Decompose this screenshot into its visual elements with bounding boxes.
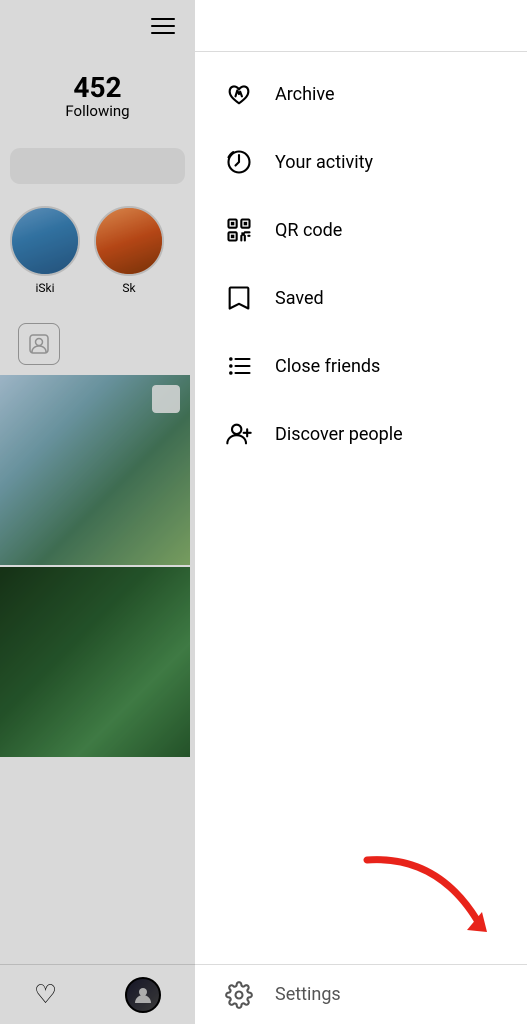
close-friends-label: Close friends (275, 356, 380, 377)
menu-top-spacer (195, 0, 527, 52)
highlight-item[interactable]: Sk (94, 206, 164, 295)
bottom-nav-left: ♡ (0, 964, 195, 1024)
archive-label: Archive (275, 84, 335, 105)
saved-icon (223, 282, 255, 314)
highlight-label: Sk (122, 281, 135, 295)
menu-item-close-friends[interactable]: Close friends (195, 332, 527, 400)
person-icon-area (0, 303, 195, 375)
highlight-item[interactable]: iSki (10, 206, 80, 295)
activity-label: Your activity (275, 152, 373, 173)
settings-label: Settings (275, 984, 341, 1005)
menu-item-archive[interactable]: Archive (195, 60, 527, 128)
photo-item-2 (0, 567, 190, 757)
photo-grid (0, 375, 195, 757)
profile-panel: 452 Following iSki Sk (0, 0, 195, 1024)
menu-panel: Archive Your activity (195, 0, 527, 1024)
hamburger-area (0, 0, 195, 44)
hamburger-button[interactable] (151, 18, 175, 34)
menu-item-discover-people[interactable]: Discover people (195, 400, 527, 468)
photo-item-1 (0, 375, 190, 565)
following-label: Following (65, 102, 129, 120)
close-friends-icon (223, 350, 255, 382)
profile-stats: 452 Following (0, 44, 195, 130)
person-icon (18, 323, 60, 365)
profile-avatar[interactable] (125, 977, 161, 1013)
following-count: 452 (73, 74, 121, 102)
highlight-label: iSki (35, 281, 54, 295)
activity-icon (223, 146, 255, 178)
heart-icon[interactable]: ♡ (34, 980, 57, 1010)
highlights-row: iSki Sk (0, 198, 195, 303)
menu-items: Archive Your activity (195, 52, 527, 964)
qr-icon (223, 214, 255, 246)
qr-label: QR code (275, 220, 342, 241)
saved-label: Saved (275, 288, 324, 309)
settings-icon (223, 979, 255, 1011)
menu-item-qr-code[interactable]: QR code (195, 196, 527, 264)
search-bar[interactable] (10, 148, 185, 184)
archive-icon (223, 78, 255, 110)
discover-icon (223, 418, 255, 450)
menu-item-settings[interactable]: Settings (195, 964, 527, 1024)
menu-item-saved[interactable]: Saved (195, 264, 527, 332)
highlight-circle (94, 206, 164, 276)
discover-people-label: Discover people (275, 424, 403, 445)
menu-item-your-activity[interactable]: Your activity (195, 128, 527, 196)
highlight-circle (10, 206, 80, 276)
